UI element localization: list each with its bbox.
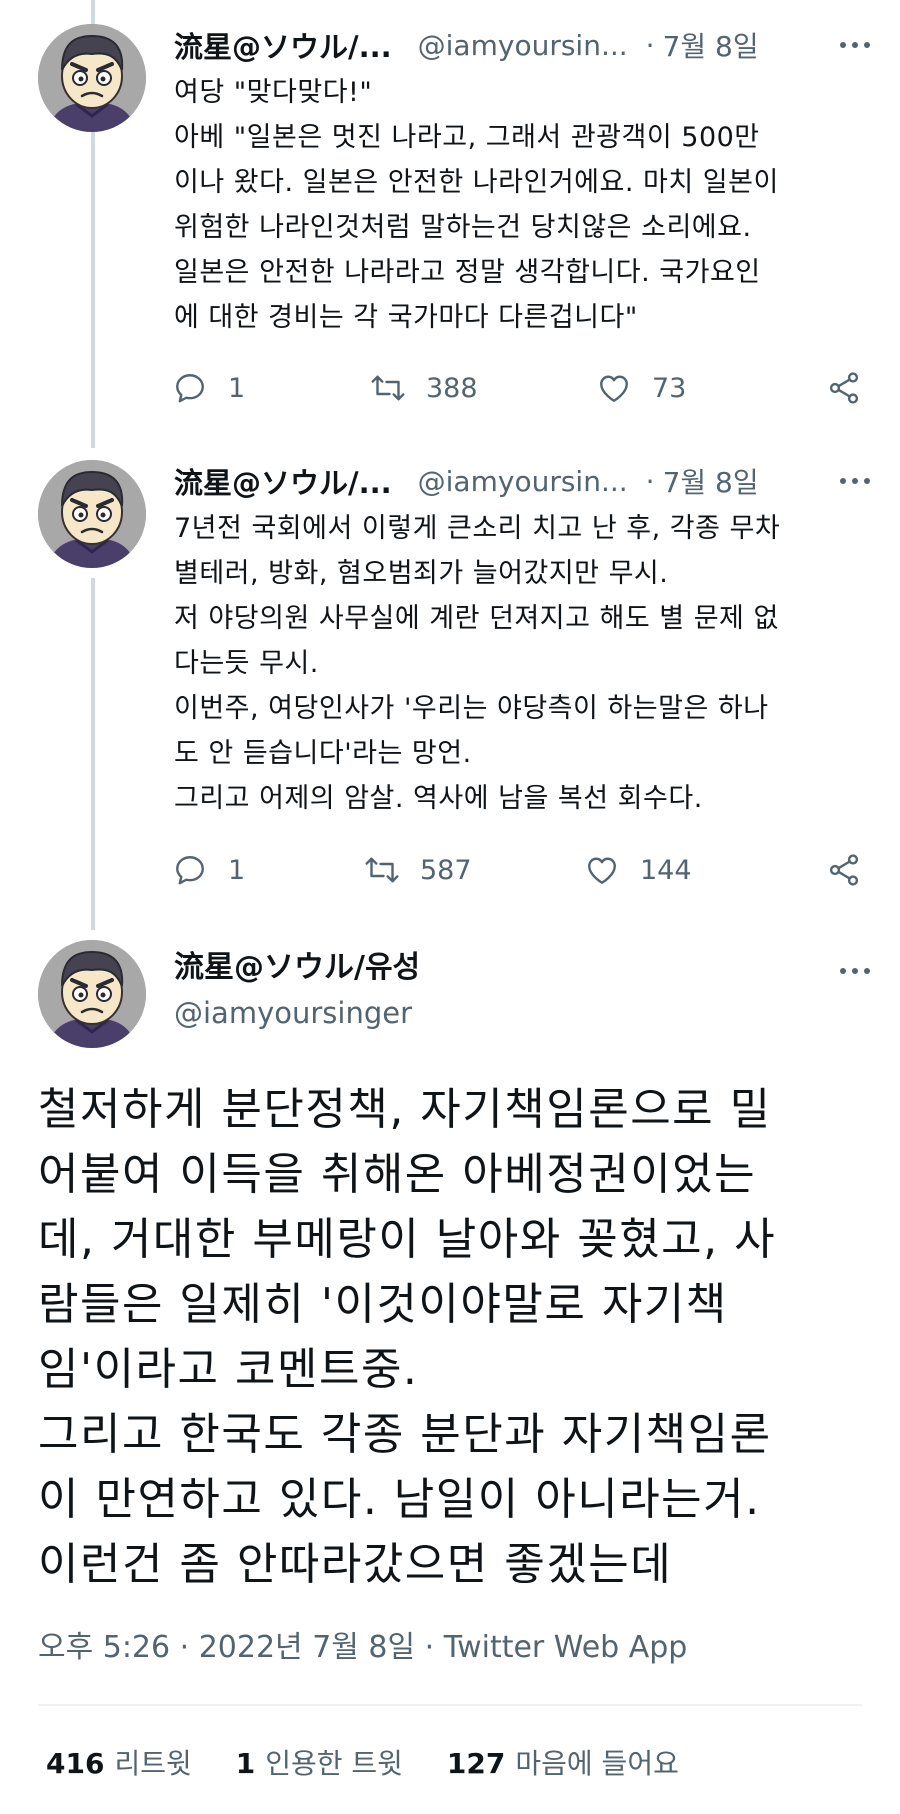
retweet-icon xyxy=(365,857,399,883)
tweet-text: 7년전 국회에서 이렇게 큰소리 치고 난 후, 각종 무차 별테러, 방화, … xyxy=(174,506,874,821)
stat-count: 1 xyxy=(235,1747,256,1780)
tweet-date[interactable]: 7월 8일 xyxy=(663,461,759,501)
text-line: 에 대한 경비는 각 국가마다 다른겁니다" xyxy=(174,302,638,333)
text-line: 이런건 좀 안따라갔으면 좋겠는데 xyxy=(38,1539,673,1590)
text-line: 그리고 한국도 각종 분단과 자기책임론 xyxy=(38,1409,772,1460)
text-line: 아베 "일본은 멋진 나라고, 그래서 관광객이 500만 xyxy=(174,122,760,153)
like-button[interactable]: 144 xyxy=(584,848,692,892)
text-line: 이 만연하고 있다. 남일이 아니라는거. xyxy=(38,1474,761,1525)
like-count: 73 xyxy=(652,372,687,404)
like-button[interactable]: 73 xyxy=(596,366,686,410)
text-line: 어붙여 이득을 취해온 아베정권이었는 xyxy=(38,1149,757,1200)
text-line: 철저하게 분단정책, 자기책임론으로 밀 xyxy=(38,1084,772,1135)
main-tweet-text: 철저하게 분단정책, 자기책임론으로 밀 어붙여 이득을 취해온 아베정권이었는… xyxy=(38,1077,878,1597)
more-icon[interactable] xyxy=(840,20,870,70)
avatar[interactable] xyxy=(38,460,146,568)
tweet-stats: 416 리트윗 1 인용한 트윗 127 마음에 들어요 xyxy=(46,1742,723,1782)
text-line: 다는듯 무시. xyxy=(174,648,319,679)
separator-dot: · xyxy=(645,464,655,498)
like-count: 144 xyxy=(640,854,692,886)
retweet-button[interactable]: 587 xyxy=(364,848,472,892)
retweets-stat[interactable]: 416 리트윗 xyxy=(46,1742,192,1782)
author-name[interactable]: 流星@ソウル/... xyxy=(174,460,392,502)
author-handle[interactable]: @iamyoursin... xyxy=(418,465,628,498)
author-name[interactable]: 流星@ソウル/... xyxy=(174,24,392,66)
text-line: 임'이라고 코멘트중. xyxy=(38,1344,419,1395)
retweet-icon xyxy=(371,375,405,401)
stat-label: 마음에 들어요 xyxy=(515,1747,679,1780)
share-icon xyxy=(829,372,859,404)
stat-label: 인용한 트윗 xyxy=(265,1747,403,1780)
more-icon[interactable] xyxy=(840,946,870,996)
thread-line xyxy=(91,578,95,930)
reply-icon xyxy=(176,856,204,885)
share-icon xyxy=(829,854,859,886)
reply-button[interactable]: 1 xyxy=(172,366,245,410)
likes-stat[interactable]: 127 마음에 들어요 xyxy=(447,1742,679,1782)
retweet-count: 587 xyxy=(420,854,472,886)
avatar[interactable] xyxy=(38,24,146,132)
tweet-header: 流星@ソウル/... @iamyoursin... · 7월 8일 xyxy=(174,20,870,70)
text-line: 이나 왔다. 일본은 안전한 나라인거에요. 마치 일본이 xyxy=(174,167,779,198)
stat-count: 127 xyxy=(446,1747,506,1780)
tweet-actions: 1 587 144 xyxy=(172,848,872,892)
author-handle[interactable]: @iamyoursin... xyxy=(418,29,628,62)
tweet-actions: 1 388 73 xyxy=(172,366,872,410)
separator-dot: · xyxy=(645,28,655,62)
reply-icon xyxy=(176,374,204,403)
text-line: 도 안 듣습니다'라는 망언. xyxy=(174,738,472,769)
quote-tweets-stat[interactable]: 1 인용한 트윗 xyxy=(236,1742,403,1782)
text-line: 람들은 일제히 '이것이야말로 자기책 xyxy=(38,1279,728,1330)
thread-line xyxy=(91,130,95,448)
text-line: 여당 "맞다맞다!" xyxy=(174,77,373,108)
text-line: 데, 거대한 부메랑이 날아와 꽂혔고, 사 xyxy=(38,1214,777,1265)
heart-icon xyxy=(588,857,616,884)
tweet-date[interactable]: 7월 8일 xyxy=(663,25,759,65)
tweet-timestamp[interactable]: 오후 5:26 · 2022년 7월 8일 · Twitter Web App xyxy=(38,1622,687,1666)
text-line: 위험한 나라인것처럼 말하는건 당치않은 소리에요. xyxy=(174,212,752,243)
stat-count: 416 xyxy=(46,1747,105,1780)
text-line: 일본은 안전한 나라라고 정말 생각합니다. 국가요인 xyxy=(174,257,761,288)
text-line: 별테러, 방화, 혐오범죄가 늘어갔지만 무시. xyxy=(174,558,669,589)
avatar[interactable] xyxy=(38,940,146,1048)
tweet-header: 流星@ソウル/... @iamyoursin... · 7월 8일 xyxy=(174,456,870,506)
tweet-text: 여당 "맞다맞다!" 아베 "일본은 멋진 나라고, 그래서 관광객이 500만… xyxy=(174,70,874,340)
share-button[interactable] xyxy=(826,848,862,892)
retweet-count: 388 xyxy=(426,372,478,404)
reply-count: 1 xyxy=(228,372,246,404)
reply-button[interactable]: 1 xyxy=(172,848,245,892)
heart-icon xyxy=(600,375,628,402)
reply-count: 1 xyxy=(228,854,246,886)
author-name[interactable]: 流星@ソウル/유성 xyxy=(174,942,420,986)
more-icon[interactable] xyxy=(840,456,870,506)
stat-label: 리트윗 xyxy=(114,1747,192,1780)
retweet-button[interactable]: 388 xyxy=(370,366,478,410)
author-handle[interactable]: @iamyoursinger xyxy=(174,996,412,1030)
text-line: 그리고 어제의 암살. 역사에 남을 복선 회수다. xyxy=(174,783,703,814)
text-line: 이번주, 여당인사가 '우리는 야당측이 하는말은 하나 xyxy=(174,693,769,724)
text-line: 7년전 국회에서 이렇게 큰소리 치고 난 후, 각종 무차 xyxy=(174,513,781,544)
text-line: 저 야당의원 사무실에 계란 던져지고 해도 별 문제 없 xyxy=(174,603,779,634)
divider xyxy=(38,1704,862,1706)
share-button[interactable] xyxy=(826,366,862,410)
